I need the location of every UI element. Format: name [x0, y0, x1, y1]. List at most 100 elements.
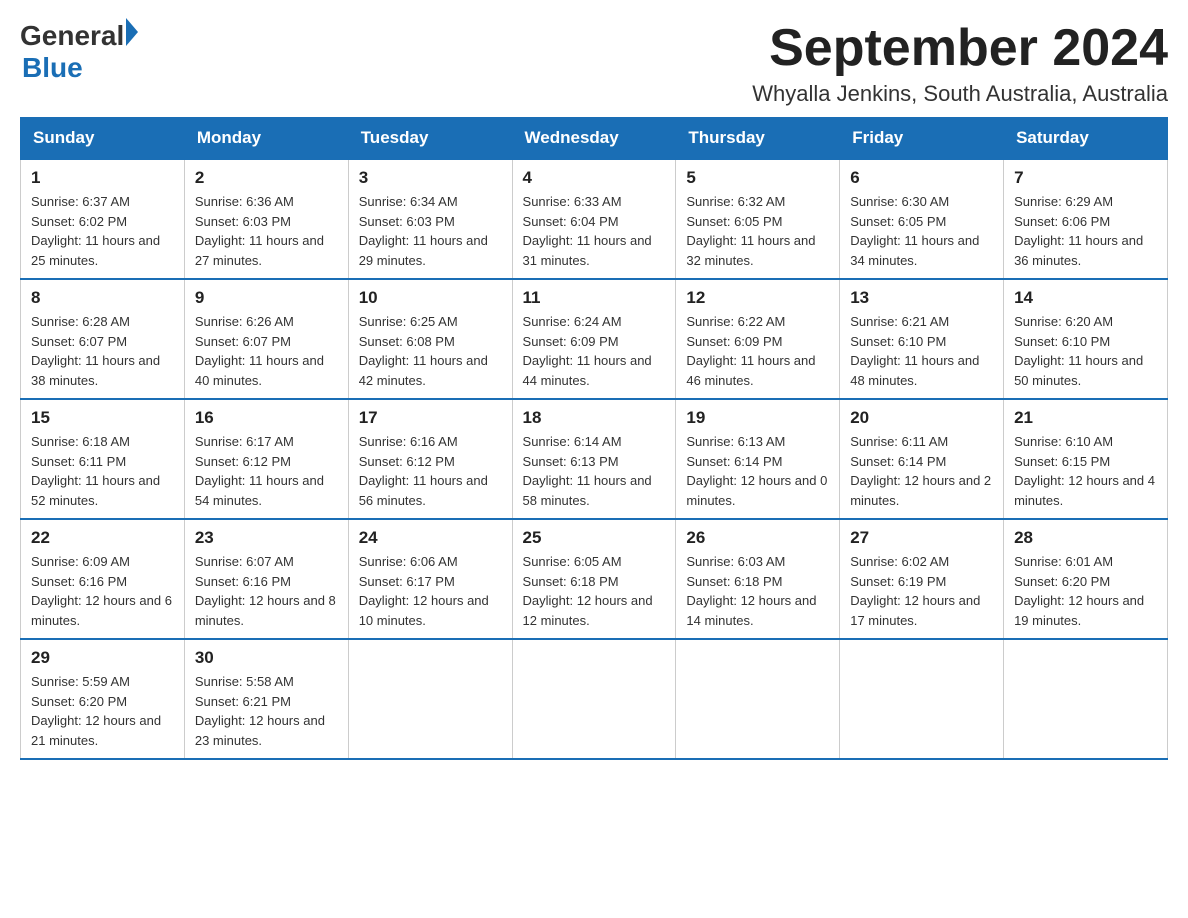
header-tuesday: Tuesday [348, 118, 512, 160]
day-info: Sunrise: 6:34 AMSunset: 6:03 PMDaylight:… [359, 192, 502, 270]
header-wednesday: Wednesday [512, 118, 676, 160]
day-info: Sunrise: 6:33 AMSunset: 6:04 PMDaylight:… [523, 192, 666, 270]
table-row: 24 Sunrise: 6:06 AMSunset: 6:17 PMDayligh… [348, 519, 512, 639]
day-number: 2 [195, 168, 338, 188]
day-info: Sunrise: 6:02 AMSunset: 6:19 PMDaylight:… [850, 552, 993, 630]
day-info: Sunrise: 6:09 AMSunset: 6:16 PMDaylight:… [31, 552, 174, 630]
table-row: 15 Sunrise: 6:18 AMSunset: 6:11 PMDayligh… [21, 399, 185, 519]
day-info: Sunrise: 6:24 AMSunset: 6:09 PMDaylight:… [523, 312, 666, 390]
logo-arrow-icon [126, 18, 138, 46]
table-row [676, 639, 840, 759]
calendar-week-row: 15 Sunrise: 6:18 AMSunset: 6:11 PMDayligh… [21, 399, 1168, 519]
table-row: 2 Sunrise: 6:36 AMSunset: 6:03 PMDaylight… [184, 159, 348, 279]
day-info: Sunrise: 6:29 AMSunset: 6:06 PMDaylight:… [1014, 192, 1157, 270]
day-number: 25 [523, 528, 666, 548]
day-info: Sunrise: 6:25 AMSunset: 6:08 PMDaylight:… [359, 312, 502, 390]
day-number: 21 [1014, 408, 1157, 428]
table-row: 13Sunrise: 6:21 AMSunset: 6:10 PMDayligh… [840, 279, 1004, 399]
day-info: Sunrise: 6:36 AMSunset: 6:03 PMDaylight:… [195, 192, 338, 270]
day-info: Sunrise: 6:07 AMSunset: 6:16 PMDaylight:… [195, 552, 338, 630]
day-number: 23 [195, 528, 338, 548]
day-info: Sunrise: 6:06 AMSunset: 6:17 PMDaylight:… [359, 552, 502, 630]
day-number: 26 [686, 528, 829, 548]
day-number: 3 [359, 168, 502, 188]
day-number: 6 [850, 168, 993, 188]
day-info: Sunrise: 6:37 AMSunset: 6:02 PMDaylight:… [31, 192, 174, 270]
table-row: 26Sunrise: 6:03 AMSunset: 6:18 PMDayligh… [676, 519, 840, 639]
calendar-week-row: 22 Sunrise: 6:09 AMSunset: 6:16 PMDayligh… [21, 519, 1168, 639]
header-saturday: Saturday [1004, 118, 1168, 160]
day-info: Sunrise: 5:58 AMSunset: 6:21 PMDaylight:… [195, 672, 338, 750]
header-friday: Friday [840, 118, 1004, 160]
day-info: Sunrise: 6:22 AMSunset: 6:09 PMDaylight:… [686, 312, 829, 390]
day-info: Sunrise: 6:05 AMSunset: 6:18 PMDaylight:… [523, 552, 666, 630]
table-row [1004, 639, 1168, 759]
day-info: Sunrise: 6:17 AMSunset: 6:12 PMDaylight:… [195, 432, 338, 510]
table-row: 6Sunrise: 6:30 AMSunset: 6:05 PMDaylight… [840, 159, 1004, 279]
header-monday: Monday [184, 118, 348, 160]
table-row: 4 Sunrise: 6:33 AMSunset: 6:04 PMDaylight… [512, 159, 676, 279]
day-number: 24 [359, 528, 502, 548]
day-number: 28 [1014, 528, 1157, 548]
day-number: 27 [850, 528, 993, 548]
logo-blue-text: Blue [22, 52, 138, 84]
page-header: General Blue September 2024 Whyalla Jenk… [20, 20, 1168, 107]
table-row [348, 639, 512, 759]
table-row: 3 Sunrise: 6:34 AMSunset: 6:03 PMDaylight… [348, 159, 512, 279]
day-number: 10 [359, 288, 502, 308]
day-number: 14 [1014, 288, 1157, 308]
table-row: 27 Sunrise: 6:02 AMSunset: 6:19 PMDayligh… [840, 519, 1004, 639]
table-row: 5Sunrise: 6:32 AMSunset: 6:05 PMDaylight… [676, 159, 840, 279]
calendar-header-row: Sunday Monday Tuesday Wednesday Thursday… [21, 118, 1168, 160]
logo-general-text: General [20, 20, 124, 52]
logo: General Blue [20, 20, 138, 84]
table-row: 18Sunrise: 6:14 AMSunset: 6:13 PMDayligh… [512, 399, 676, 519]
table-row [512, 639, 676, 759]
table-row: 9Sunrise: 6:26 AMSunset: 6:07 PMDaylight… [184, 279, 348, 399]
day-number: 16 [195, 408, 338, 428]
day-number: 12 [686, 288, 829, 308]
table-row: 19 Sunrise: 6:13 AMSunset: 6:14 PMDayligh… [676, 399, 840, 519]
day-info: Sunrise: 6:01 AMSunset: 6:20 PMDaylight:… [1014, 552, 1157, 630]
day-info: Sunrise: 6:16 AMSunset: 6:12 PMDaylight:… [359, 432, 502, 510]
day-number: 15 [31, 408, 174, 428]
table-row: 22 Sunrise: 6:09 AMSunset: 6:16 PMDayligh… [21, 519, 185, 639]
day-info: Sunrise: 5:59 AMSunset: 6:20 PMDaylight:… [31, 672, 174, 750]
day-number: 5 [686, 168, 829, 188]
day-info: Sunrise: 6:11 AMSunset: 6:14 PMDaylight:… [850, 432, 993, 510]
month-title: September 2024 [752, 20, 1168, 77]
day-number: 8 [31, 288, 174, 308]
day-number: 19 [686, 408, 829, 428]
table-row: 8Sunrise: 6:28 AMSunset: 6:07 PMDaylight… [21, 279, 185, 399]
day-number: 29 [31, 648, 174, 668]
title-area: September 2024 Whyalla Jenkins, South Au… [752, 20, 1168, 107]
day-number: 11 [523, 288, 666, 308]
table-row: 20Sunrise: 6:11 AMSunset: 6:14 PMDayligh… [840, 399, 1004, 519]
table-row: 28 Sunrise: 6:01 AMSunset: 6:20 PMDayligh… [1004, 519, 1168, 639]
day-number: 22 [31, 528, 174, 548]
calendar-week-row: 1Sunrise: 6:37 AMSunset: 6:02 PMDaylight… [21, 159, 1168, 279]
table-row: 14 Sunrise: 6:20 AMSunset: 6:10 PMDayligh… [1004, 279, 1168, 399]
calendar-table: Sunday Monday Tuesday Wednesday Thursday… [20, 117, 1168, 760]
day-number: 13 [850, 288, 993, 308]
day-number: 4 [523, 168, 666, 188]
calendar-week-row: 8Sunrise: 6:28 AMSunset: 6:07 PMDaylight… [21, 279, 1168, 399]
table-row: 25 Sunrise: 6:05 AMSunset: 6:18 PMDayligh… [512, 519, 676, 639]
table-row: 23 Sunrise: 6:07 AMSunset: 6:16 PMDayligh… [184, 519, 348, 639]
table-row: 10 Sunrise: 6:25 AMSunset: 6:08 PMDayligh… [348, 279, 512, 399]
table-row: 16 Sunrise: 6:17 AMSunset: 6:12 PMDayligh… [184, 399, 348, 519]
day-number: 30 [195, 648, 338, 668]
day-number: 7 [1014, 168, 1157, 188]
table-row: 11 Sunrise: 6:24 AMSunset: 6:09 PMDayligh… [512, 279, 676, 399]
calendar-week-row: 29 Sunrise: 5:59 AMSunset: 6:20 PMDayligh… [21, 639, 1168, 759]
day-number: 9 [195, 288, 338, 308]
day-info: Sunrise: 6:14 AMSunset: 6:13 PMDaylight:… [523, 432, 666, 510]
location-title: Whyalla Jenkins, South Australia, Austra… [752, 81, 1168, 107]
header-sunday: Sunday [21, 118, 185, 160]
day-info: Sunrise: 6:18 AMSunset: 6:11 PMDaylight:… [31, 432, 174, 510]
table-row: 1Sunrise: 6:37 AMSunset: 6:02 PMDaylight… [21, 159, 185, 279]
day-info: Sunrise: 6:13 AMSunset: 6:14 PMDaylight:… [686, 432, 829, 510]
day-number: 17 [359, 408, 502, 428]
day-info: Sunrise: 6:20 AMSunset: 6:10 PMDaylight:… [1014, 312, 1157, 390]
table-row: 21Sunrise: 6:10 AMSunset: 6:15 PMDayligh… [1004, 399, 1168, 519]
